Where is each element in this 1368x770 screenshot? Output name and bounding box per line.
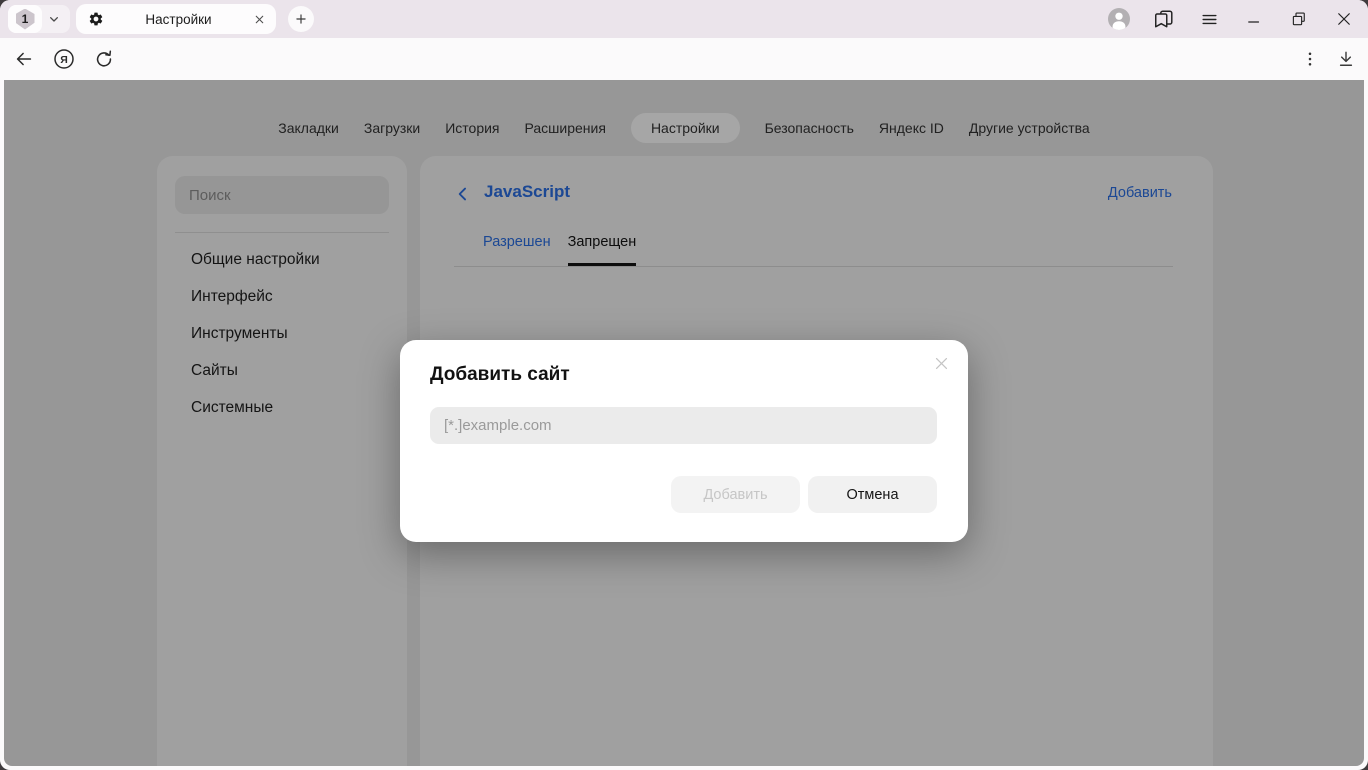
toolbar: Я settings Настройки [0,38,1368,80]
browser-window: 1 Настройки [0,0,1368,770]
window-close-icon[interactable] [1332,7,1356,31]
chevron-down-icon[interactable] [42,7,66,31]
add-button[interactable]: Добавить [671,476,800,513]
add-site-dialog: Добавить сайт Добавить Отмена [400,340,968,542]
tab-close-icon[interactable] [253,13,266,26]
back-icon[interactable] [12,47,36,71]
profile-avatar[interactable] [1107,7,1131,31]
maximize-icon[interactable] [1287,7,1311,31]
new-tab-button[interactable] [288,6,314,32]
reload-icon[interactable] [92,47,116,71]
shield-icon: 1 [16,9,35,30]
tab-strip: 1 Настройки [0,0,1368,38]
menu-icon[interactable] [1197,7,1221,31]
cancel-button[interactable]: Отмена [808,476,937,513]
dialog-buttons: Добавить Отмена [671,476,937,513]
tab-count-pill[interactable]: 1 [8,5,42,33]
plus-icon [294,12,308,26]
downloads-icon[interactable] [1334,47,1358,71]
side-panels-icon[interactable] [1152,7,1176,31]
gear-icon [88,11,104,27]
browser-tab-settings[interactable]: Настройки [76,4,276,34]
dialog-close-icon[interactable] [931,353,951,373]
yandex-home-icon[interactable]: Я [52,47,76,71]
svg-text:Я: Я [60,54,68,66]
window-controls [1107,7,1356,31]
tab-count: 1 [22,12,29,26]
site-url-input[interactable] [430,407,937,444]
avatar [1108,8,1130,30]
tab-title: Настройки [104,12,253,27]
minimize-icon[interactable] [1242,7,1266,31]
dialog-title: Добавить сайт [430,364,570,386]
tab-group-button[interactable]: 1 [8,5,70,33]
kebab-menu-icon[interactable] [1298,47,1322,71]
